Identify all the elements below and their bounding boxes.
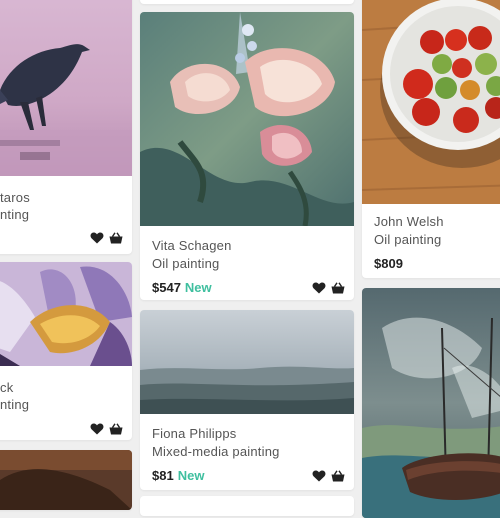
artwork-card[interactable]: taros nting [0, 0, 132, 254]
card-artist[interactable]: Fiona Philipps [152, 426, 236, 441]
artwork-image-boat[interactable] [362, 288, 500, 518]
card-medium: Mixed-media painting [152, 444, 280, 459]
basket-icon[interactable] [331, 282, 345, 294]
card-artist[interactable]: ck [0, 380, 13, 395]
artwork-image-tomatoes[interactable] [362, 0, 500, 204]
artwork-card[interactable]: Fiona Philipps Mixed-media painting $81 N… [140, 310, 354, 490]
artwork-image-landscape[interactable] [140, 310, 354, 414]
artwork-card[interactable] [0, 450, 132, 510]
card-artist[interactable]: Vita Schagen [152, 238, 232, 253]
artwork-image-crow[interactable] [0, 0, 132, 176]
price-value: $809 [374, 256, 403, 271]
basket-icon[interactable] [109, 232, 123, 244]
heart-icon[interactable] [312, 282, 326, 294]
heart-icon[interactable] [312, 470, 326, 482]
card-medium: Oil painting [152, 256, 220, 271]
card-medium: nting [0, 397, 30, 412]
price-value: $81 [152, 468, 174, 483]
artwork-image-peonies[interactable] [140, 12, 354, 226]
new-badge: New [177, 468, 205, 483]
card-price: $547 New [152, 280, 212, 295]
card-medium: Oil painting [374, 232, 442, 247]
card-artist[interactable]: John Welsh [374, 214, 444, 229]
basket-icon[interactable] [109, 423, 123, 435]
artwork-card[interactable] [140, 496, 354, 516]
heart-icon[interactable] [90, 423, 104, 435]
price-value: $547 [152, 280, 181, 295]
artwork-card[interactable] [362, 288, 500, 518]
artwork-card[interactable]: ck nting [0, 262, 132, 440]
artwork-image[interactable] [0, 450, 132, 510]
heart-icon[interactable] [90, 232, 104, 244]
artwork-card[interactable]: Vita Schagen Oil painting $547 New [140, 12, 354, 300]
card-artist[interactable]: taros [0, 190, 30, 205]
new-badge: New [184, 280, 212, 295]
card-price: $809 [374, 256, 403, 271]
artwork-card[interactable]: John Welsh Oil painting $809 [362, 0, 500, 278]
card-medium: nting [0, 207, 30, 222]
basket-icon[interactable] [331, 470, 345, 482]
artwork-top-edge[interactable] [140, 0, 354, 4]
card-price: $81 New [152, 468, 204, 483]
artwork-image-lotus[interactable] [0, 262, 132, 366]
